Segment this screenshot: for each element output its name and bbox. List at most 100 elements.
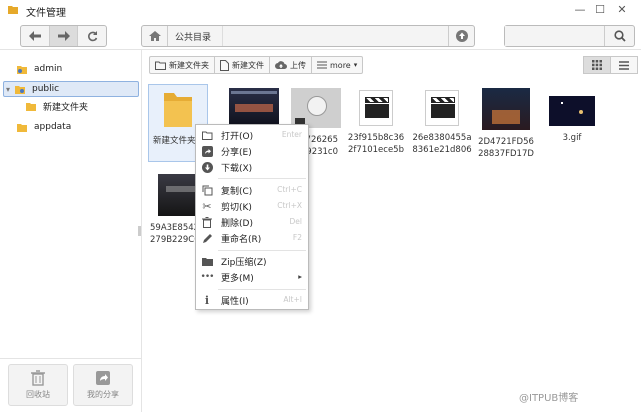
list-view-button[interactable]	[610, 56, 638, 74]
menu-item-more[interactable]: ••• 更多(M) ▸	[196, 269, 310, 285]
file-item[interactable]: 2D4721FD56 28837FD17D	[470, 88, 542, 160]
search-button[interactable]	[604, 26, 634, 46]
menu-item-label: 打开(O)	[221, 132, 254, 142]
new-file-button[interactable]: 新建文件	[214, 56, 270, 74]
home-button[interactable]	[142, 26, 168, 46]
pencil-icon	[201, 232, 213, 244]
home-icon	[148, 31, 161, 41]
submenu-arrow-icon: ▸	[298, 272, 302, 281]
toolbar: 公共目录	[0, 20, 641, 50]
upload-button[interactable]: 上传	[269, 56, 312, 74]
folder-icon	[201, 255, 213, 267]
menu-item-shortcut: Alt+I	[283, 295, 302, 304]
minimize-button[interactable]: —	[572, 3, 588, 17]
file-outline-icon	[220, 59, 229, 71]
menu-item-cut[interactable]: ✂ 剪切(K) Ctrl+X	[196, 198, 310, 214]
chevron-down-icon[interactable]: ▾	[6, 85, 10, 94]
menu-item-shortcut: Enter	[281, 130, 302, 139]
arrow-right-icon	[57, 31, 70, 41]
watermark: @ITPUB博客	[519, 393, 579, 404]
image-thumbnail	[549, 96, 595, 126]
menu-item-label: 下载(X)	[221, 164, 253, 174]
forward-button[interactable]	[49, 26, 79, 46]
folder-outline-icon	[155, 61, 166, 70]
search-box	[504, 25, 635, 47]
back-button[interactable]	[21, 26, 50, 46]
recycle-bin-label: 回收站	[26, 390, 50, 399]
file-item[interactable]: 3.gif	[536, 96, 608, 144]
tree-item-label: admin	[34, 64, 63, 74]
breadcrumb-divider	[222, 26, 223, 46]
tree-item-new-folder[interactable]: 新建文件夹	[25, 98, 88, 114]
refresh-button[interactable]	[78, 26, 106, 46]
new-file-label: 新建文件	[232, 60, 264, 70]
menu-item-shortcut: F2	[292, 233, 302, 242]
maximize-button[interactable]: ☐	[592, 3, 608, 17]
shared-folder-icon	[14, 84, 26, 95]
share-icon	[201, 145, 213, 157]
sidebar-resize-handle[interactable]	[138, 226, 141, 236]
list-icon	[317, 61, 327, 69]
scissors-icon: ✂	[202, 199, 212, 213]
folder-icon	[8, 6, 18, 14]
view-switcher	[583, 56, 638, 74]
file-name: 3.gif	[562, 133, 582, 143]
recycle-bin-button[interactable]: 回收站	[8, 364, 68, 406]
new-folder-button[interactable]: 新建文件夹	[149, 56, 215, 74]
menu-item-shortcut: Ctrl+C	[277, 185, 302, 194]
title-bar: 文件管理 — ☐ ✕	[0, 0, 641, 20]
nav-group	[20, 25, 107, 47]
tree-item-admin[interactable]: admin	[16, 61, 62, 77]
menu-item-delete[interactable]: 删除(D) Del	[196, 214, 310, 230]
menu-item-label: 更多(M)	[221, 274, 254, 284]
video-file-icon	[359, 90, 393, 126]
info-icon: i	[204, 293, 210, 307]
menu-separator	[218, 289, 306, 290]
my-shares-label: 我的分享	[87, 390, 119, 399]
menu-item-label: 剪切(K)	[221, 203, 252, 213]
close-button[interactable]: ✕	[614, 3, 630, 17]
tree-item-public[interactable]: ▾ public	[3, 81, 139, 97]
search-icon	[613, 30, 626, 42]
menu-item-label: 重命名(R)	[221, 235, 262, 245]
path-bar: 公共目录	[141, 25, 475, 47]
refresh-icon	[87, 30, 97, 41]
action-bar: 新建文件夹 新建文件 上传 more ▾	[149, 56, 364, 74]
file-name: 2D4721FD56 28837FD17D	[478, 137, 534, 159]
menu-item-open[interactable]: 打开(O) Enter	[196, 127, 310, 143]
sidebar-footer: 回收站 我的分享	[0, 358, 141, 412]
download-icon	[201, 161, 213, 173]
video-file-icon	[425, 90, 459, 126]
my-shares-button[interactable]: 我的分享	[73, 364, 133, 406]
menu-item-zip[interactable]: Zip压缩(Z)	[196, 253, 310, 269]
menu-item-rename[interactable]: 重命名(R) F2	[196, 230, 310, 246]
menu-item-copy[interactable]: 复制(C) Ctrl+C	[196, 182, 310, 198]
grid-view-button[interactable]	[583, 56, 611, 74]
more-dots-icon: •••	[200, 272, 215, 282]
cloud-upload-icon	[275, 60, 287, 69]
arrow-left-icon	[28, 31, 41, 41]
menu-separator	[218, 178, 306, 179]
menu-item-share[interactable]: 分享(E)	[196, 143, 310, 159]
menu-item-download[interactable]: 下载(X)	[196, 159, 310, 175]
more-dropdown[interactable]: more ▾	[311, 56, 364, 74]
file-item[interactable]: 23f915b8c36 2f7101ece5b	[340, 90, 412, 156]
context-menu: 打开(O) Enter 分享(E) 下载(X) 复制(C) Ctrl+C ✂ 剪…	[195, 124, 309, 310]
search-input[interactable]	[505, 26, 605, 46]
file-item[interactable]: 26e8380455a 8361e21d806	[406, 90, 478, 156]
new-folder-label: 新建文件夹	[169, 60, 209, 70]
up-button[interactable]	[448, 26, 474, 46]
menu-item-shortcut: Del	[289, 217, 302, 226]
breadcrumb[interactable]: 公共目录	[175, 30, 211, 43]
image-thumbnail	[229, 88, 279, 124]
menu-item-shortcut: Ctrl+X	[277, 201, 302, 210]
caret-down-icon: ▾	[353, 61, 358, 69]
menu-item-label: 删除(D)	[221, 219, 253, 229]
menu-item-label: 复制(C)	[221, 187, 253, 197]
menu-item-label: 分享(E)	[221, 148, 252, 158]
tree-item-appdata[interactable]: appdata	[16, 119, 71, 135]
menu-item-properties[interactable]: i 属性(I) Alt+I	[196, 292, 310, 308]
share-icon	[96, 371, 110, 385]
menu-item-label: Zip压缩(Z)	[221, 258, 267, 268]
arrow-up-circle-icon	[455, 30, 468, 42]
